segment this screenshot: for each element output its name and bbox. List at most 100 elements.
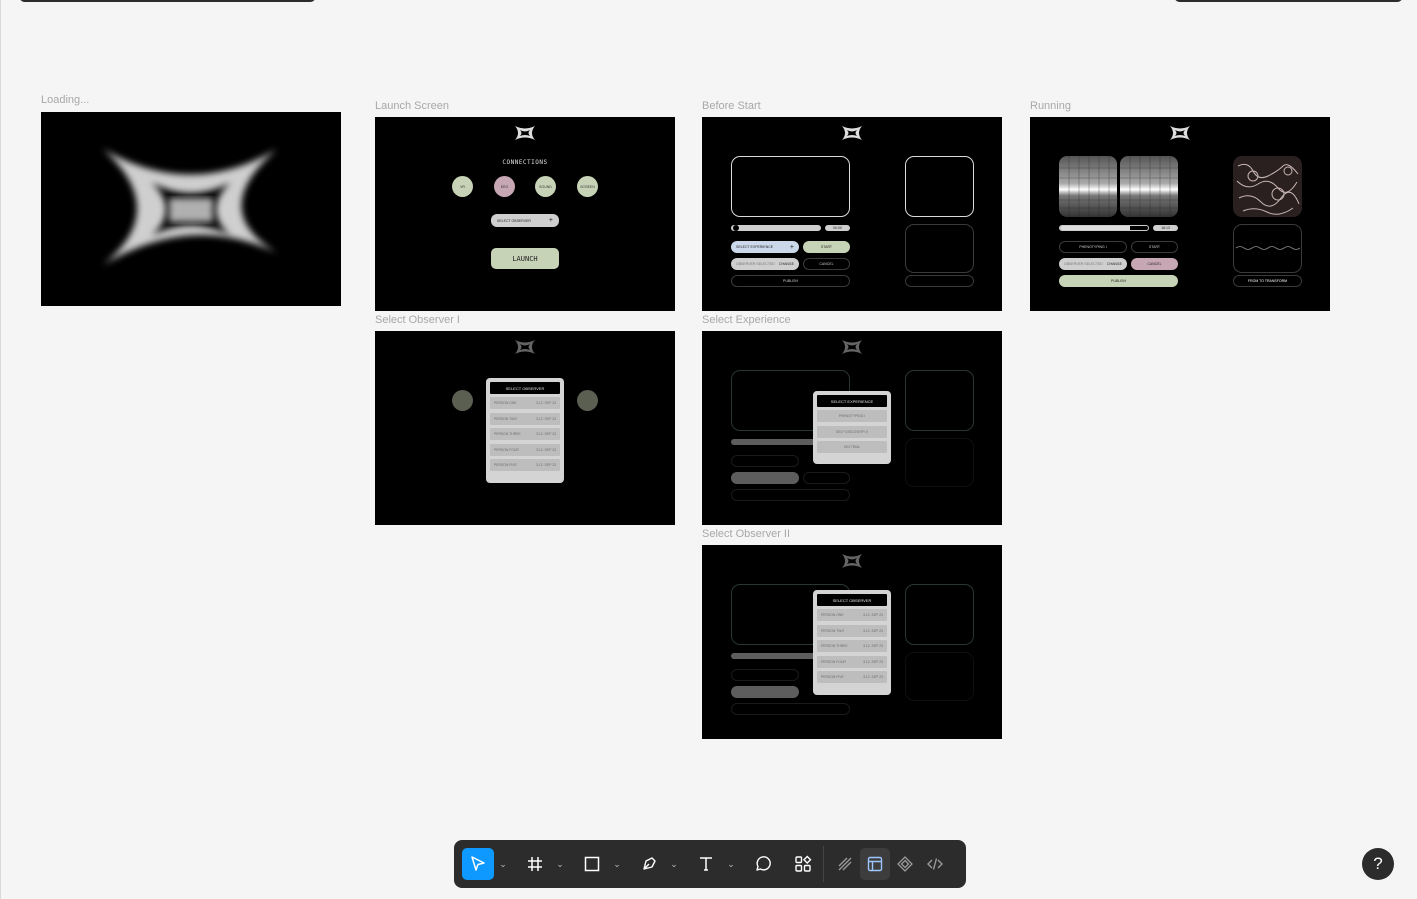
rectangle-icon — [584, 856, 600, 872]
chevron-down-icon[interactable]: ⌄ — [608, 848, 626, 880]
frame-loading[interactable] — [41, 112, 341, 306]
frame-label-launch[interactable]: Launch Screen — [375, 100, 449, 112]
observer-field[interactable]: OBSERVER SELECTED CHANGE — [731, 258, 799, 270]
observer-option[interactable]: PERSON ONE 3.12. SEP 23 — [490, 397, 560, 409]
frame-label-experience[interactable]: Select Experience — [702, 314, 791, 326]
connection-sound[interactable]: SOUND — [535, 176, 556, 197]
frame-label-running[interactable]: Running — [1030, 100, 1071, 112]
progress-bar — [731, 225, 821, 231]
observer-field-label: OBSERVER SELECTED — [736, 262, 775, 266]
sound-preview-box — [905, 224, 974, 273]
frame-tool-button[interactable] — [519, 848, 551, 880]
observer-option[interactable]: PERSON ONE 3.12. SEP 23 — [817, 609, 887, 621]
observer-option[interactable]: PERSON THREE 3.12. SEP 23 — [490, 428, 560, 441]
pen-icon — [643, 857, 656, 870]
diamond-component-icon — [897, 856, 913, 872]
frame-observer-2[interactable]: SELECT OBSERVER PERSON ONE 3.12. SEP 23 P… — [702, 545, 1002, 739]
cursor-arrow-icon — [471, 856, 485, 871]
sound-wave-icon — [1235, 246, 1301, 250]
components-grid-icon — [795, 855, 812, 872]
chevron-down-icon[interactable]: ⌄ — [665, 848, 683, 880]
publish-button[interactable]: PUBLISH — [731, 275, 850, 287]
plus-icon: + — [789, 243, 794, 251]
top-right-panel — [1174, 0, 1403, 2]
text-icon — [700, 857, 712, 871]
cancel-button[interactable]: CANCEL — [1131, 258, 1178, 270]
code-brackets-icon — [927, 858, 943, 870]
design-layout-icon — [867, 856, 883, 872]
timer: 18:13 — [1153, 225, 1178, 231]
experience-option[interactable]: ION TRIAL — [817, 441, 887, 454]
change-link[interactable]: CHANGE — [779, 262, 794, 266]
chevron-down-icon[interactable]: ⌄ — [551, 848, 569, 880]
timer: 00:00 — [825, 225, 850, 231]
observer-option[interactable]: PERSON FOUR 3.12. SEP 23 — [490, 443, 560, 456]
connection-vr[interactable]: VR — [452, 176, 473, 197]
progress-fill — [1060, 226, 1131, 230]
chevron-down-icon[interactable]: ⌄ — [722, 848, 740, 880]
vr-stream-image — [1059, 156, 1178, 217]
experience-field[interactable]: PHENOTYPING I — [1059, 241, 1127, 253]
observer-option[interactable]: PERSON FIVE 3.12. SEP 23 — [817, 671, 887, 684]
draw-pencil-icon — [838, 857, 852, 871]
frame-label-loading[interactable]: Loading... — [41, 94, 89, 106]
observer-option[interactable]: PERSON FOUR 3.12. SEP 23 — [817, 655, 887, 668]
comment-tool-button[interactable] — [747, 848, 779, 880]
select-experience-button[interactable]: SELECT EXPERIENCE + — [731, 241, 799, 253]
modal-header: SELECT OBSERVER — [490, 382, 560, 394]
observer-field[interactable]: OBSERVER SELECTED CHANGE — [1059, 258, 1127, 270]
frame-label-observer-2[interactable]: Select Observer II — [702, 528, 790, 540]
top-left-panel — [19, 0, 316, 2]
chevron-down-icon[interactable]: ⌄ — [494, 848, 512, 880]
draw-mode-button[interactable] — [830, 848, 860, 880]
select-observer-label: SELECT OBSERVER — [497, 218, 531, 223]
move-tool-button[interactable] — [462, 848, 494, 880]
observer-option[interactable]: PERSON TWO 3.12. SEP 23 — [490, 412, 560, 425]
bottom-toolbar: ⌄ ⌄ ⌄ ⌄ ⌄ — [454, 840, 966, 888]
select-experience-modal: SELECT EXPERIENCE PHENOTYPING I SELF DIS… — [813, 391, 891, 464]
connection-screen[interactable]: SCREEN — [577, 176, 598, 197]
empty-slot — [905, 275, 974, 287]
modal-header: SELECT OBSERVER — [817, 594, 887, 606]
observer-option[interactable]: PERSON TWO 3.12. SEP 23 — [817, 624, 887, 637]
code-mode-button[interactable] — [920, 848, 950, 880]
logo-star-icon — [103, 149, 277, 265]
frame-observer-1[interactable]: SELECT OBSERVER PERSON ONE 3.12. SEP 23 P… — [375, 331, 675, 525]
frame-launch[interactable]: CONNECTIONS VR EEG SOUND SCREEN SELECT O… — [375, 117, 675, 311]
modal-header: SELECT EXPERIENCE — [817, 395, 887, 407]
connections-title: CONNECTIONS — [502, 159, 548, 166]
frame-label-before-start[interactable]: Before Start — [702, 100, 761, 112]
frame-label-observer-1[interactable]: Select Observer I — [375, 314, 460, 326]
select-experience-label: SELECT EXPERIENCE — [736, 245, 774, 249]
progress-handle[interactable] — [733, 225, 739, 231]
eeg-preview-box — [905, 156, 974, 217]
launch-button[interactable]: LAUNCH — [491, 248, 559, 269]
select-observer-button[interactable]: SELECT OBSERVER + — [491, 214, 559, 227]
cancel-button[interactable]: CANCEL — [803, 258, 850, 270]
frame-experience[interactable]: SELECT EXPERIENCE PHENOTYPING I SELF DIS… — [702, 331, 1002, 525]
observer-field-label: OBSERVER SELECTED — [1064, 262, 1103, 266]
start-button[interactable]: START — [1131, 241, 1178, 253]
experience-option[interactable]: PHENOTYPING I — [817, 410, 887, 422]
pen-tool-button[interactable] — [633, 848, 665, 880]
frame-running[interactable]: 18:13 PHENOTYPING I START OBSERVER SELEC… — [1030, 117, 1330, 311]
experience-option[interactable]: SELF DISCOVERY II — [817, 425, 887, 438]
frame-before-start[interactable]: 00:00 SELECT EXPERIENCE + START OBSERVER… — [702, 117, 1002, 311]
sound-wave-box — [1233, 224, 1302, 273]
select-observer-modal: SELECT OBSERVER PERSON ONE 3.12. SEP 23 P… — [813, 590, 891, 695]
transform-button[interactable]: FROM TO TRANSFORM — [1233, 275, 1302, 287]
progress-bar — [1059, 225, 1149, 231]
connection-eeg[interactable]: EEG — [494, 176, 515, 197]
observer-option[interactable]: PERSON THREE 3.12. SEP 23 — [817, 640, 887, 653]
assets-tool-button[interactable] — [787, 848, 819, 880]
observer-option[interactable]: PERSON FIVE 3.12. SEP 23 — [490, 459, 560, 472]
rectangle-tool-button[interactable] — [576, 848, 608, 880]
plus-icon: + — [548, 217, 553, 224]
publish-button[interactable]: PUBLISH — [1059, 275, 1178, 287]
text-tool-button[interactable] — [690, 848, 722, 880]
design-mode-button[interactable] — [860, 848, 890, 880]
start-button[interactable]: START — [803, 241, 850, 253]
change-link[interactable]: CHANGE — [1107, 262, 1122, 266]
dev-mode-components-button[interactable] — [890, 848, 920, 880]
help-button[interactable]: ? — [1362, 848, 1394, 880]
